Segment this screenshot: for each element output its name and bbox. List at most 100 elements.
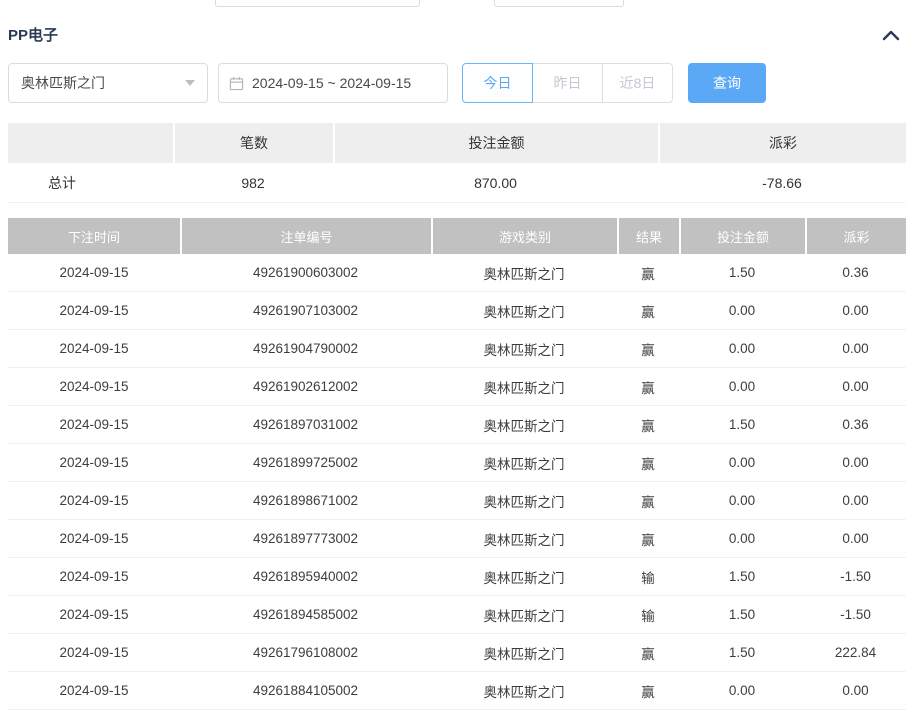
cell-game-type: 奥林匹斯之门	[431, 596, 617, 634]
summary-total-bet-amount: 870.00	[333, 163, 658, 203]
header-game-type: 游戏类别	[431, 218, 617, 254]
cell-payout: -1.50	[805, 558, 906, 596]
table-row: 2024-09-15 49261904790002 奥林匹斯之门 赢 0.00 …	[8, 330, 906, 368]
cell-payout: 0.00	[805, 444, 906, 482]
cell-result: 赢	[617, 520, 679, 558]
quick-button-last-8-days[interactable]: 近8日	[602, 63, 673, 103]
summary-header-blank	[8, 123, 173, 163]
cell-bet-time: 2024-09-15	[8, 634, 180, 672]
summary-total-count: 982	[173, 163, 333, 203]
cell-bet-time: 2024-09-15	[8, 482, 180, 520]
cell-order-number: 49261897773002	[180, 520, 431, 558]
cell-bet-amount: 1.50	[679, 254, 805, 292]
cell-order-number: 49261899725002	[180, 444, 431, 482]
summary-total-label: 总计	[8, 163, 173, 203]
query-button[interactable]: 查询	[688, 63, 766, 103]
cell-bet-time: 2024-09-15	[8, 254, 180, 292]
cell-payout: 222.84	[805, 634, 906, 672]
cell-bet-time: 2024-09-15	[8, 330, 180, 368]
cell-game-type: 奥林匹斯之门	[431, 292, 617, 330]
quick-button-yesterday[interactable]: 昨日	[532, 63, 603, 103]
cell-result: 赢	[617, 406, 679, 444]
cutoff-top-element-right	[494, 0, 624, 7]
cutoff-top-element-left	[215, 0, 420, 7]
cell-payout: 0.00	[805, 520, 906, 558]
table-row: 2024-09-15 49261898671002 奥林匹斯之门 赢 0.00 …	[8, 482, 906, 520]
cell-result: 赢	[617, 672, 679, 710]
cell-result: 赢	[617, 292, 679, 330]
cell-result: 赢	[617, 254, 679, 292]
table-row: 2024-09-15 49261897031002 奥林匹斯之门 赢 1.50 …	[8, 406, 906, 444]
cell-result: 赢	[617, 444, 679, 482]
cell-result: 赢	[617, 330, 679, 368]
quick-button-today[interactable]: 今日	[462, 63, 533, 103]
header-order-number: 注单编号	[180, 218, 431, 254]
cell-game-type: 奥林匹斯之门	[431, 558, 617, 596]
cell-order-number: 49261907103002	[180, 292, 431, 330]
bet-table: 下注时间 注单编号 游戏类别 结果 投注金额 派彩 2024-09-15 492…	[8, 218, 906, 710]
summary-header-bet-amount: 投注金额	[333, 123, 658, 163]
table-row: 2024-09-15 49261895940002 奥林匹斯之门 输 1.50 …	[8, 558, 906, 596]
cell-bet-amount: 0.00	[679, 330, 805, 368]
cell-payout: 0.00	[805, 368, 906, 406]
table-row: 2024-09-15 49261884105002 奥林匹斯之门 赢 0.00 …	[8, 672, 906, 710]
cell-order-number: 49261904790002	[180, 330, 431, 368]
cell-game-type: 奥林匹斯之门	[431, 482, 617, 520]
table-row: 2024-09-15 49261897773002 奥林匹斯之门 赢 0.00 …	[8, 520, 906, 558]
calendar-icon	[229, 76, 244, 91]
header-payout: 派彩	[805, 218, 906, 254]
cell-order-number: 49261895940002	[180, 558, 431, 596]
cell-bet-amount: 1.50	[679, 558, 805, 596]
header-bet-time: 下注时间	[8, 218, 180, 254]
cell-game-type: 奥林匹斯之门	[431, 330, 617, 368]
cell-bet-amount: 1.50	[679, 406, 805, 444]
game-select-value: 奥林匹斯之门	[21, 75, 105, 91]
cell-bet-time: 2024-09-15	[8, 444, 180, 482]
pp-electronic-panel: PP电子 奥林匹斯之门 2024-09-15 ~ 2024-09-15 今日 昨…	[0, 0, 914, 710]
cell-order-number: 49261884105002	[180, 672, 431, 710]
date-range-value: 2024-09-15 ~ 2024-09-15	[252, 75, 412, 91]
collapse-chevron-up-icon[interactable]	[880, 25, 902, 45]
cell-order-number: 49261894585002	[180, 596, 431, 634]
chevron-up-icon	[882, 30, 900, 40]
cell-result: 赢	[617, 634, 679, 672]
summary-total-payout: -78.66	[658, 163, 906, 203]
summary-header-count: 笔数	[173, 123, 333, 163]
cell-payout: 0.36	[805, 254, 906, 292]
cell-bet-amount: 0.00	[679, 482, 805, 520]
cell-bet-amount: 0.00	[679, 520, 805, 558]
table-row: 2024-09-15 49261894585002 奥林匹斯之门 输 1.50 …	[8, 596, 906, 634]
cell-bet-time: 2024-09-15	[8, 406, 180, 444]
panel-title: PP电子	[8, 27, 59, 44]
cell-bet-amount: 0.00	[679, 672, 805, 710]
cell-result: 赢	[617, 368, 679, 406]
cell-bet-time: 2024-09-15	[8, 368, 180, 406]
cell-bet-amount: 0.00	[679, 368, 805, 406]
cell-bet-time: 2024-09-15	[8, 292, 180, 330]
chevron-down-icon	[185, 80, 195, 86]
cell-bet-amount: 0.00	[679, 292, 805, 330]
quick-range-button-group: 今日 昨日 近8日	[462, 63, 673, 103]
cell-order-number: 49261902612002	[180, 368, 431, 406]
filter-bar: 奥林匹斯之门 2024-09-15 ~ 2024-09-15 今日 昨日 近8日…	[8, 63, 906, 103]
cell-game-type: 奥林匹斯之门	[431, 520, 617, 558]
cell-order-number: 49261898671002	[180, 482, 431, 520]
cell-result: 输	[617, 558, 679, 596]
cell-payout: 0.00	[805, 292, 906, 330]
cell-payout: 0.36	[805, 406, 906, 444]
cell-game-type: 奥林匹斯之门	[431, 634, 617, 672]
bet-table-body: 2024-09-15 49261900603002 奥林匹斯之门 赢 1.50 …	[8, 254, 906, 710]
cell-payout: -1.50	[805, 596, 906, 634]
bet-table-header-row: 下注时间 注单编号 游戏类别 结果 投注金额 派彩	[8, 218, 906, 254]
date-range-input[interactable]: 2024-09-15 ~ 2024-09-15	[218, 63, 448, 103]
cell-result: 输	[617, 596, 679, 634]
game-select[interactable]: 奥林匹斯之门	[8, 63, 208, 103]
cell-order-number: 49261796108002	[180, 634, 431, 672]
summary-table: 笔数 投注金额 派彩 总计 982 870.00 -78.66	[8, 123, 906, 203]
header-result: 结果	[617, 218, 679, 254]
cell-game-type: 奥林匹斯之门	[431, 254, 617, 292]
cell-payout: 0.00	[805, 330, 906, 368]
table-row: 2024-09-15 49261900603002 奥林匹斯之门 赢 1.50 …	[8, 254, 906, 292]
cell-game-type: 奥林匹斯之门	[431, 444, 617, 482]
table-row: 2024-09-15 49261907103002 奥林匹斯之门 赢 0.00 …	[8, 292, 906, 330]
